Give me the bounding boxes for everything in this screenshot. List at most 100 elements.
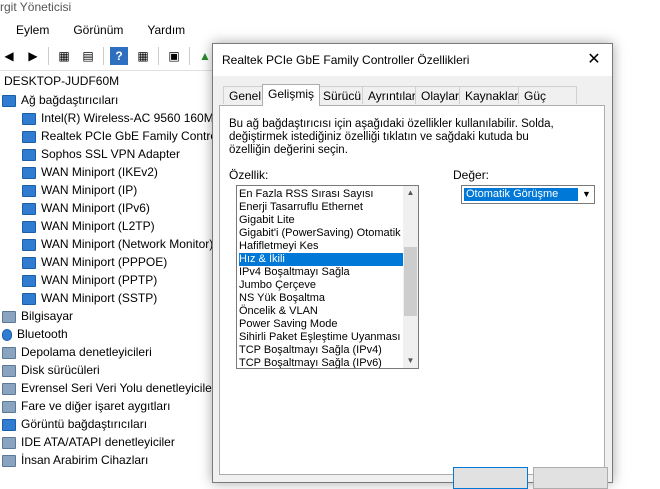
tree-item[interactable]: WAN Miniport (SSTP) [22, 289, 157, 307]
computer-icon [2, 310, 16, 323]
tree-category[interactable]: İnsan Arabirim Cihazları [2, 451, 148, 469]
cancel-button[interactable] [533, 467, 608, 489]
menu-yardim[interactable]: Yardım [131, 20, 193, 42]
storage-icon [2, 346, 16, 359]
tree-item[interactable]: WAN Miniport (PPTP) [22, 271, 157, 289]
list-item[interactable]: Power Saving Mode [239, 318, 404, 331]
disk-icon [2, 364, 16, 377]
property-label: Özellik: [229, 168, 269, 182]
tree-category-label: Bilgisayar [21, 309, 74, 323]
tree-category[interactable]: Depolama denetleyicileri [2, 343, 152, 361]
tree-network-adapters[interactable]: Ağ bağdaştırıcıları [2, 91, 118, 109]
tree-item[interactable]: WAN Miniport (IP) [22, 181, 137, 199]
tree-category[interactable]: Bluetooth [2, 325, 68, 343]
scroll-up-icon[interactable]: ▲ [403, 186, 418, 200]
property-list[interactable]: En Fazla RSS Sırası Sayısı Enerji Tasarr… [236, 185, 419, 369]
description-text: Bu ağ bağdaştırıcısı için aşağıdaki özel… [229, 118, 554, 156]
list-item[interactable]: NS Yük Boşaltma [239, 292, 404, 305]
dialog-title: Realtek PCIe GbE Family Controller Özell… [222, 53, 470, 67]
tab-gelismis[interactable]: Gelişmiş [262, 84, 321, 106]
menu-bar: Eylem Görünüm Yardım [0, 20, 193, 42]
hid-icon [2, 454, 16, 467]
tree-item[interactable]: Realtek PCIe GbE Family Controller [22, 127, 233, 145]
tree-category[interactable]: IDE ATA/ATAPI denetleyiciler [2, 433, 175, 451]
tree-item-label: WAN Miniport (PPTP) [41, 273, 158, 287]
scrollbar-thumb[interactable] [404, 247, 417, 316]
value-dropdown[interactable]: Otomatik Görüşme ▼ [461, 185, 595, 204]
monitor-icon[interactable]: ▣ [165, 47, 183, 65]
list-icon[interactable]: ▤ [79, 47, 97, 65]
tree-item[interactable]: WAN Miniport (IPv6) [22, 199, 150, 217]
menu-eylem[interactable]: Eylem [0, 20, 57, 42]
background-pane [613, 43, 660, 476]
tree-item-label: Realtek PCIe GbE Family Controller [41, 129, 234, 143]
network-adapter-icon [22, 184, 36, 197]
ide-icon [2, 436, 16, 449]
device-manager-title: rgit Yöneticisi [0, 0, 72, 14]
list-item[interactable]: Sihirli Paket Eşleştime Uyanması [239, 331, 404, 344]
list-item[interactable]: En Fazla RSS Sırası Sayısı [239, 188, 404, 201]
list-item[interactable]: IPv4 Boşaltmayı Sağla [239, 266, 404, 279]
properties-icon[interactable]: ▦ [55, 47, 73, 65]
tree-category[interactable]: Görüntü bağdaştırıcıları [2, 415, 147, 433]
ok-button[interactable] [453, 467, 528, 489]
tab-olaylar[interactable]: Olaylar [415, 86, 466, 104]
tree-item-label: WAN Miniport (L2TP) [41, 219, 155, 233]
tab-guc-yonetimi[interactable]: Güç Yönetimi [518, 86, 577, 121]
tab-genel[interactable]: Genel [223, 86, 268, 104]
back-icon[interactable]: ◀ [0, 47, 18, 65]
tree-category[interactable]: Bilgisayar [2, 307, 73, 325]
mouse-icon [2, 400, 16, 413]
tree-category-label: Bluetooth [17, 327, 68, 341]
list-item[interactable]: TCP Boşaltmayı Sağla (IPv6) [239, 357, 404, 368]
list-item[interactable]: Gigabit Lite [239, 214, 404, 227]
tree-item[interactable]: Sophos SSL VPN Adapter [22, 145, 180, 163]
tree-item-label: Sophos SSL VPN Adapter [41, 147, 180, 161]
list-item-selected[interactable]: Hız & İkili [239, 253, 404, 266]
tree-root[interactable]: DESKTOP-JUDF60M [4, 72, 119, 90]
network-adapter-icon [22, 148, 36, 161]
value-label: Değer: [453, 168, 490, 182]
close-icon[interactable]: ✕ [581, 48, 607, 72]
network-adapter-icon [22, 166, 36, 179]
tree-category[interactable]: Evrensel Seri Veri Yolu denetleyicileri [2, 379, 218, 397]
network-adapter-icon [22, 274, 36, 287]
tree-category[interactable]: Disk sürücüleri [2, 361, 100, 379]
toolbar-separator [189, 47, 190, 65]
list-item[interactable]: Hafifletmeyi Kes [239, 240, 404, 253]
advanced-tab-panel: Bu ağ bağdaştırıcısı için aşağıdaki özel… [219, 105, 605, 475]
tree-item[interactable]: Intel(R) Wireless-AC 9560 160MHz [22, 109, 228, 127]
list-item[interactable]: Öncelik & VLAN [239, 305, 404, 318]
tab-kaynaklar[interactable]: Kaynaklar [459, 86, 525, 104]
list-item[interactable]: Enerji Tasarruflu Ethernet [239, 201, 404, 214]
dialog-titlebar[interactable]: Realtek PCIe GbE Family Controller Özell… [213, 44, 612, 76]
view-icon[interactable]: ▦ [134, 47, 152, 65]
tab-ayrintilar[interactable]: Ayrıntılar [362, 86, 422, 104]
tree-item-label: WAN Miniport (IPv6) [41, 201, 150, 215]
tree-category-label: İnsan Arabirim Cihazları [21, 453, 149, 467]
tree-item[interactable]: WAN Miniport (L2TP) [22, 217, 155, 235]
tree-item[interactable]: WAN Miniport (IKEv2) [22, 163, 158, 181]
tree-category-label: Depolama denetleyicileri [21, 345, 152, 359]
tree-item[interactable]: WAN Miniport (PPPOE) [22, 253, 167, 271]
list-scrollbar[interactable]: ▲ ▼ [403, 186, 418, 368]
help-icon[interactable]: ? [110, 47, 128, 65]
tab-surucu[interactable]: Sürücü [317, 86, 368, 104]
tree-item-label: WAN Miniport (IP) [41, 183, 138, 197]
forward-icon[interactable]: ▶ [24, 47, 42, 65]
tree-category[interactable]: Fare ve diğer işaret aygıtları [2, 397, 170, 415]
display-adapter-icon [2, 418, 16, 431]
list-item[interactable]: Gigabit'i (PowerSaving) Otomatik Olarak … [239, 227, 404, 240]
toolbar-separator [48, 47, 49, 65]
chevron-down-icon[interactable]: ▼ [579, 186, 594, 203]
tree-category-label: Evrensel Seri Veri Yolu denetleyicileri [21, 381, 219, 395]
list-item[interactable]: TCP Boşaltmayı Sağla (IPv4) [239, 344, 404, 357]
menu-gorunum[interactable]: Görünüm [57, 20, 131, 42]
tree-item-label: Intel(R) Wireless-AC 9560 160MHz [41, 111, 229, 125]
network-adapter-icon [22, 292, 36, 305]
scroll-down-icon[interactable]: ▼ [403, 354, 418, 368]
network-adapter-icon [22, 130, 36, 143]
list-item[interactable]: Jumbo Çerçeve [239, 279, 404, 292]
network-adapter-icon [22, 112, 36, 125]
tree-item[interactable]: WAN Miniport (Network Monitor) [22, 235, 213, 253]
